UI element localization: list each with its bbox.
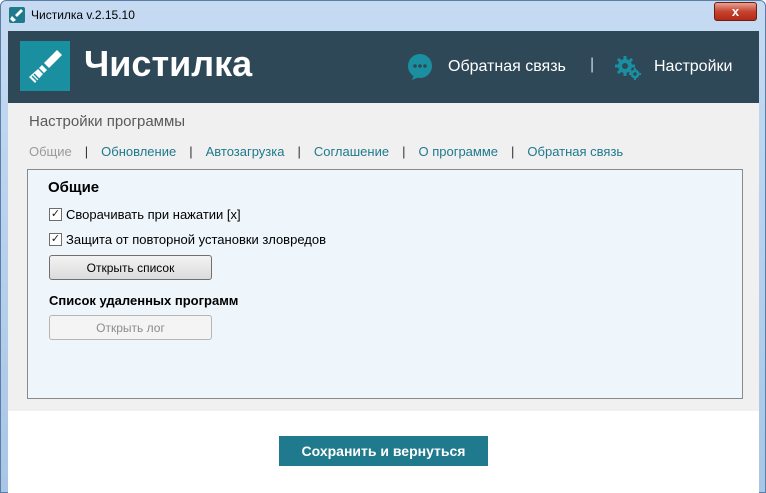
client-area: Чистилка Обратная связь | Настройки Наст… [8,31,759,493]
header-bar: Чистилка Обратная связь | Настройки [8,31,759,103]
tab-autostart[interactable]: Автозагрузка [206,144,285,159]
removed-programs-heading: Список удаленных программ [49,293,239,308]
page-title: Настройки программы [29,113,186,130]
tab-update[interactable]: Обновление [101,144,176,159]
open-list-button[interactable]: Открыть список [49,255,212,280]
settings-tabs: Общие | Обновление | Автозагрузка | Согл… [29,144,623,159]
tab-separator: | [511,144,515,159]
app-icon [9,7,25,23]
minimize-on-close-checkbox[interactable]: ✓ [49,208,62,221]
tab-agreement[interactable]: Соглашение [314,144,389,159]
close-button[interactable]: x [714,2,757,21]
tab-separator: | [189,144,193,159]
checkbox-label: Защита от повторной установки зловредов [66,232,326,247]
footer: Сохранить и вернуться [8,411,759,493]
tab-separator: | [297,144,301,159]
general-settings-panel: Общие ✓ Сворачивать при нажатии [x] ✓ За… [27,169,743,399]
logo-broom-icon [20,41,70,91]
tab-separator: | [402,144,406,159]
header-settings-link[interactable]: Настройки [614,53,732,81]
open-log-button[interactable]: Открыть лог [49,315,212,340]
malware-protection-option[interactable]: ✓ Защита от повторной установки зловредо… [49,232,326,247]
settings-label: Настройки [654,58,733,75]
tab-feedback[interactable]: Обратная связь [527,144,623,159]
panel-heading: Общие [48,179,100,196]
logo-text: Чистилка [84,43,253,84]
chat-bubble-icon [408,54,432,80]
minimize-on-close-option[interactable]: ✓ Сворачивать при нажатии [x] [49,207,241,222]
header-separator: | [590,56,595,73]
tab-about[interactable]: О программе [418,144,498,159]
checkbox-label: Сворачивать при нажатии [x] [66,207,241,222]
tab-general[interactable]: Общие [29,144,72,159]
gear-icon [615,56,641,80]
app-window: Чистилка v.2.15.10 x Чистилка Обратная с… [0,0,766,493]
header-feedback-link[interactable]: Обратная связь [406,53,566,81]
malware-protection-checkbox[interactable]: ✓ [49,233,62,246]
feedback-label: Обратная связь [448,58,566,75]
title-bar[interactable]: Чистилка v.2.15.10 x [1,1,765,31]
tab-separator: | [84,144,89,159]
window-title: Чистилка v.2.15.10 [31,8,135,22]
save-and-return-button[interactable]: Сохранить и вернуться [279,436,488,466]
